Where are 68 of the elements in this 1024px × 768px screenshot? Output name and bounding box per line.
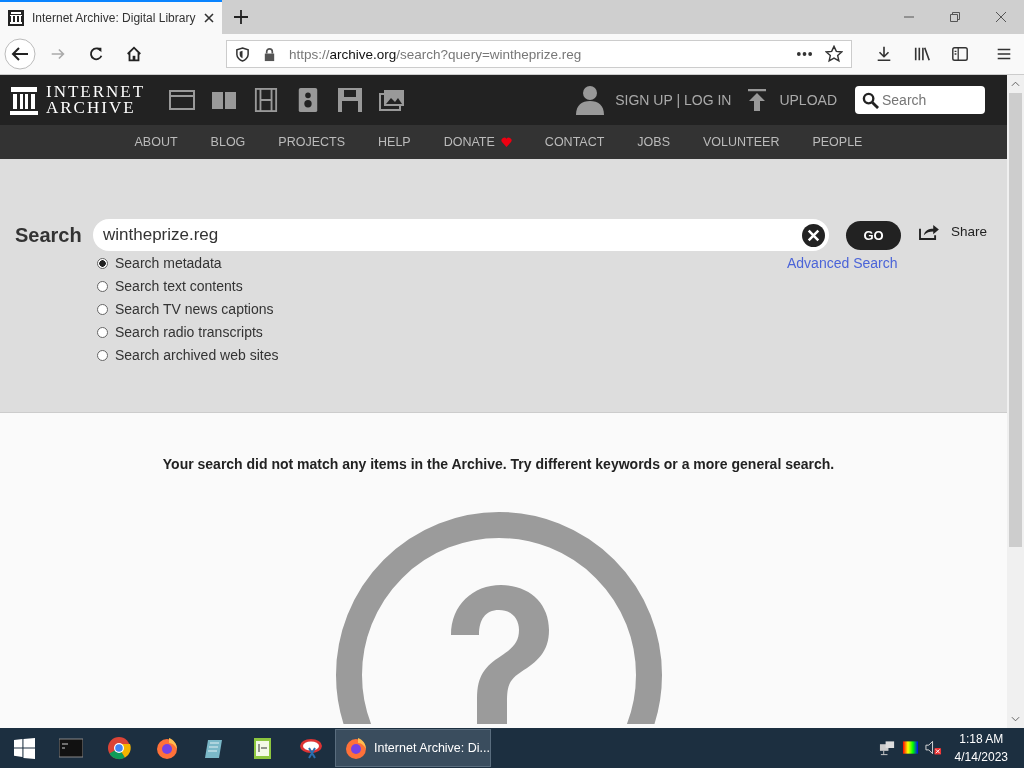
scroll-up-icon[interactable]: [1011, 81, 1020, 87]
question-mark-icon: [333, 510, 664, 724]
radio-button[interactable]: [97, 349, 108, 361]
nav-link[interactable]: BLOG: [210, 135, 246, 149]
nav-link[interactable]: PROJECTS: [278, 135, 346, 149]
nav-link[interactable]: ABOUT: [134, 135, 178, 149]
pillars-icon: [8, 10, 24, 26]
person-icon[interactable]: [576, 85, 605, 115]
scrollbar[interactable]: [1007, 75, 1024, 728]
new-tab-icon[interactable]: [234, 10, 248, 24]
network-icon[interactable]: [878, 740, 896, 756]
url-text: https://archive.org/search?query=wintheprize.reg: [289, 46, 583, 62]
radio-option[interactable]: Search metadata: [97, 255, 787, 271]
muted-speaker-icon[interactable]: [924, 740, 942, 756]
scroll-thumb[interactable]: [1009, 93, 1022, 547]
restore-icon[interactable]: [949, 11, 961, 23]
radio-button[interactable]: [97, 257, 108, 269]
radio-option[interactable]: Search text contents: [97, 278, 787, 294]
images-icon[interactable]: [379, 88, 406, 112]
share-button[interactable]: Share: [918, 222, 988, 240]
search-input[interactable]: wintheprize.reg: [93, 219, 829, 251]
scroll-down-icon[interactable]: [1011, 716, 1020, 722]
close-icon[interactable]: [204, 13, 214, 23]
radio-button[interactable]: [97, 326, 108, 338]
snipping-tool-icon[interactable]: [299, 736, 323, 760]
browser-tab[interactable]: Internet Archive: Digital Library: [0, 0, 222, 34]
radio-option[interactable]: Search radio transcripts: [97, 324, 787, 340]
search-field[interactable]: Search: [855, 86, 985, 114]
search-label: Search: [15, 223, 83, 247]
firefox-icon[interactable]: [155, 736, 179, 760]
advanced-search-link[interactable]: Advanced Search: [787, 255, 898, 363]
shield-icon: [235, 46, 250, 62]
sign-up-log-in-link[interactable]: SIGN UP | LOG IN: [615, 92, 732, 108]
share-icon: [918, 222, 939, 240]
radio-button[interactable]: [97, 280, 108, 292]
nav-link[interactable]: DONATE: [443, 135, 512, 149]
back-icon[interactable]: [4, 38, 36, 70]
archive-logo-icon[interactable]: [10, 85, 38, 115]
taskbar-window-button[interactable]: Internet Archive: Di...: [335, 729, 491, 767]
firefox-icon: [344, 736, 368, 760]
terminal-icon[interactable]: [59, 736, 83, 760]
tab-title: Internet Archive: Digital Library: [32, 11, 196, 25]
clear-icon[interactable]: [802, 223, 825, 247]
chrome-icon[interactable]: [107, 736, 131, 760]
radio-option[interactable]: Search archived web sites: [97, 347, 787, 363]
windows-start-icon[interactable]: [14, 737, 35, 759]
nav-link[interactable]: PEOPLE: [812, 135, 863, 149]
nav-link[interactable]: HELP: [378, 135, 411, 149]
nav-link[interactable]: VOLUNTEER: [703, 135, 780, 149]
color-display-icon[interactable]: [901, 740, 919, 756]
site-logo[interactable]: INTERNET ARCHIVE: [46, 84, 146, 116]
no-results-message: Your search did not match any items in the Archive. Try different keywords or a more general search.: [162, 456, 835, 472]
star-icon[interactable]: [825, 45, 843, 63]
radio-option[interactable]: Search TV news captions: [97, 301, 787, 317]
clock-time[interactable]: 1:18 AM: [959, 732, 1004, 746]
browser-window-icon[interactable]: [169, 88, 196, 112]
clock-date[interactable]: 4/14/2023: [954, 750, 1008, 764]
radio-button[interactable]: [97, 303, 108, 315]
nav-link[interactable]: CONTACT: [544, 135, 605, 149]
upload-link[interactable]: UPLOAD: [779, 92, 837, 108]
search-icon: [862, 92, 879, 109]
upload-icon[interactable]: [747, 89, 768, 111]
nav-link[interactable]: JOBS: [637, 135, 670, 149]
address-bar[interactable]: https://archive.org/search?query=wintheprize.reg: [226, 40, 852, 68]
go-button[interactable]: GO: [846, 220, 901, 250]
more-icon[interactable]: [796, 51, 813, 57]
lock-icon: [262, 46, 277, 62]
film-icon[interactable]: [253, 88, 280, 112]
